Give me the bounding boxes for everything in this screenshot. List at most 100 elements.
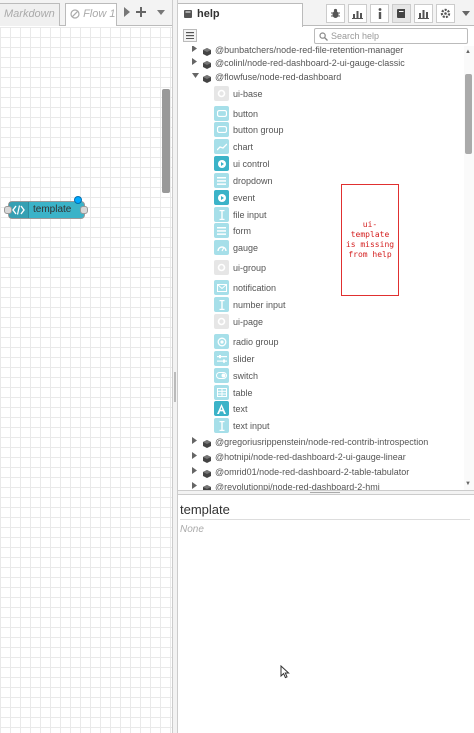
tree-package-row[interactable]: @colinl/node-red-dashboard-2-ui-gauge-cl… <box>178 56 464 70</box>
flow-list-menu-button[interactable] <box>152 4 170 22</box>
debug-tab-button[interactable] <box>326 4 345 23</box>
node-type-label: chart <box>233 142 254 152</box>
info-tab-button[interactable] <box>370 4 389 23</box>
add-flow-button[interactable] <box>132 4 150 22</box>
tree-node-row[interactable]: form <box>178 223 464 238</box>
code-icon <box>9 202 29 218</box>
list-icon <box>186 32 194 39</box>
caret-down-icon <box>461 10 470 16</box>
node-output-port[interactable] <box>80 206 88 214</box>
tree-node-row[interactable]: slider <box>178 351 464 366</box>
caret-right-icon[interactable] <box>192 480 198 490</box>
tree-node-row[interactable]: text input <box>178 418 464 433</box>
help-search-input[interactable] <box>331 29 463 43</box>
tree-node-row[interactable]: text <box>178 401 464 416</box>
tree-package-row[interactable]: @hotnipi/node-red-dashboard-2-ui-gauge-l… <box>178 450 464 464</box>
caret-right-icon <box>124 7 130 17</box>
caret-right-icon[interactable] <box>192 450 198 464</box>
tree-node-row[interactable]: notification <box>178 280 464 295</box>
caret-down-icon <box>157 10 165 15</box>
bug-icon <box>331 8 340 18</box>
chart-tab-button[interactable] <box>414 4 433 23</box>
tree-node-row[interactable]: number input <box>178 297 464 312</box>
help-tab-button[interactable] <box>392 4 411 23</box>
help-title: template <box>180 502 470 520</box>
annotation-text: ui-template is missing from help <box>345 220 395 259</box>
tree-node-row[interactable]: button group <box>178 122 464 137</box>
tree-package-row[interactable]: @flowfuse/node-red-dashboard <box>178 70 464 84</box>
node-type-label: table <box>233 388 253 398</box>
dashboard-tab-button[interactable] <box>348 4 367 23</box>
bar-chart-icon <box>352 10 363 19</box>
tree-node-row[interactable]: ui control <box>178 156 464 171</box>
help-tree-scrollbar-thumb[interactable] <box>465 74 472 154</box>
tree-node-row[interactable]: switch <box>178 368 464 383</box>
tree-node-row[interactable]: file input <box>178 207 464 222</box>
gear-icon <box>440 8 451 19</box>
gauge-icon <box>214 240 229 255</box>
tree-node-row[interactable]: ui-base <box>178 86 464 101</box>
caret-right-icon[interactable] <box>192 465 198 479</box>
node-type-label: radio group <box>233 337 279 347</box>
package-label: @gregoriusrippenstein/node-red-contrib-i… <box>215 437 429 447</box>
package-label: @omrid01/node-red-dashboard-2-table-tabu… <box>215 467 410 477</box>
node-type-label: button group <box>233 125 284 135</box>
config-tab-button[interactable] <box>436 4 455 23</box>
sidebar-menu-button[interactable] <box>456 4 474 23</box>
sidebar: help @bunbatchers/node <box>178 0 474 733</box>
tab-markdown[interactable]: Markdown <box>0 3 60 26</box>
tree-package-row[interactable]: @omrid01/node-red-dashboard-2-table-tabu… <box>178 465 464 479</box>
chart-icon <box>214 139 229 154</box>
annotation-note: ui-template is missing from help <box>341 184 399 296</box>
node-input-port[interactable] <box>4 206 12 214</box>
tree-node-row[interactable]: radio group <box>178 334 464 349</box>
number-icon <box>214 297 229 312</box>
sidebar-tab-help[interactable]: help <box>178 3 303 27</box>
tree-node-row[interactable]: chart <box>178 139 464 154</box>
control-icon <box>214 156 229 171</box>
caret-down-icon[interactable] <box>192 70 199 84</box>
tree-package-row[interactable]: @gregoriusrippenstein/node-red-contrib-i… <box>178 435 464 449</box>
tree-node-row[interactable]: ui-group <box>178 260 464 275</box>
node-label: template <box>33 204 72 215</box>
button-group-icon <box>214 122 229 137</box>
node-type-label: form <box>233 226 251 236</box>
toc-toggle-button[interactable] <box>183 29 197 42</box>
help-tree[interactable]: @bunbatchers/node-red-file-retention-man… <box>178 46 474 490</box>
tree-node-row[interactable]: table <box>178 385 464 400</box>
caret-right-icon[interactable] <box>192 435 198 449</box>
help-content: template None <box>178 496 474 733</box>
table-icon <box>214 385 229 400</box>
scroll-up-icon[interactable]: ▲ <box>465 49 471 55</box>
workspace: Markdown Flow 1 template <box>0 0 172 733</box>
form-icon <box>214 223 229 238</box>
radio-icon <box>214 334 229 349</box>
tree-node-row[interactable]: dropdown <box>178 173 464 188</box>
disabled-icon <box>70 8 83 20</box>
tree-package-row[interactable]: @revolutionpi/node-red-dashboard-2-hmi <box>178 480 464 490</box>
scroll-down-icon[interactable]: ▼ <box>465 481 471 487</box>
text-icon <box>214 401 229 416</box>
help-toolbar <box>178 27 474 45</box>
canvas-scrollbar[interactable] <box>162 89 170 193</box>
package-icon <box>203 73 211 87</box>
node-type-label: text <box>233 404 248 414</box>
help-search[interactable] <box>314 28 468 44</box>
node-type-label: text input <box>233 421 270 431</box>
tree-node-row[interactable]: gauge <box>178 240 464 255</box>
tab-label: Markdown <box>4 8 55 20</box>
divider-grip <box>310 492 340 494</box>
bar-chart-icon <box>418 9 429 19</box>
help-panel-divider[interactable] <box>178 490 474 495</box>
node-type-label: button <box>233 109 259 119</box>
flow-canvas[interactable] <box>0 27 172 733</box>
tree-node-row[interactable]: button <box>178 106 464 121</box>
tab-flow-1[interactable]: Flow 1 <box>65 3 117 26</box>
dropdown-icon <box>214 173 229 188</box>
caret-right-icon[interactable] <box>192 56 198 70</box>
tree-node-row[interactable]: event <box>178 190 464 205</box>
tree-node-row[interactable]: ui-page <box>178 314 464 329</box>
node-type-label: event <box>233 193 256 203</box>
node-type-label: ui-group <box>233 263 267 273</box>
template-node[interactable]: template <box>8 201 85 219</box>
